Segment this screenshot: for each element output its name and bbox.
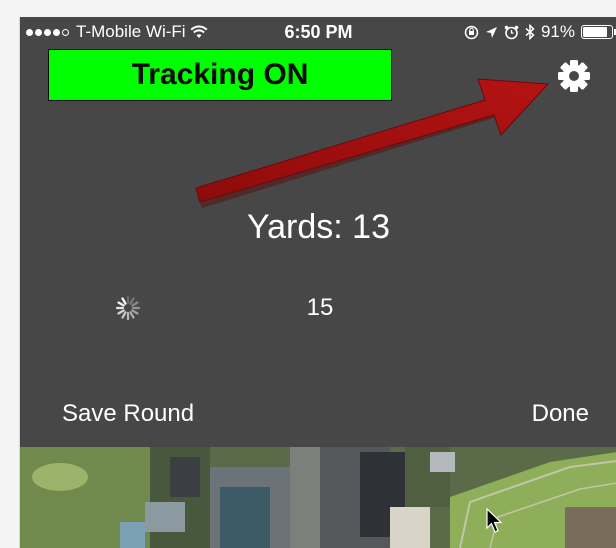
- spinner-spoke: [121, 297, 127, 305]
- status-bar: T-Mobile Wi-Fi 6:50 PM 91%: [20, 17, 616, 47]
- app-screen: T-Mobile Wi-Fi 6:50 PM 91% Tracking ON Y…: [19, 17, 616, 548]
- tracking-status-banner[interactable]: Tracking ON: [48, 49, 392, 101]
- count-value: 15: [306, 294, 334, 321]
- mouse-cursor-icon: [486, 508, 503, 533]
- location-icon: [485, 26, 497, 38]
- battery-icon: [581, 25, 616, 39]
- bluetooth-icon: [525, 24, 535, 40]
- spinner-spoke: [117, 309, 125, 315]
- gear-icon[interactable]: [557, 59, 591, 93]
- done-button[interactable]: Done: [532, 397, 589, 431]
- loading-spinner-icon: [115, 295, 141, 321]
- spinner-spoke: [131, 301, 139, 307]
- satellite-map[interactable]: [20, 447, 616, 548]
- battery-percent: 91%: [540, 22, 575, 41]
- yards-distance: Yards: 13: [246, 208, 390, 246]
- spinner-spoke: [131, 309, 139, 315]
- save-round-button[interactable]: Save Round: [62, 397, 194, 431]
- spinner-spoke: [129, 311, 135, 319]
- spinner-spoke: [121, 311, 127, 319]
- spinner-spoke: [117, 301, 125, 307]
- alarm-icon: [504, 25, 519, 39]
- spinner-spoke: [129, 297, 135, 305]
- orientation-lock-icon: [464, 25, 479, 39]
- status-right: 91%: [464, 17, 616, 47]
